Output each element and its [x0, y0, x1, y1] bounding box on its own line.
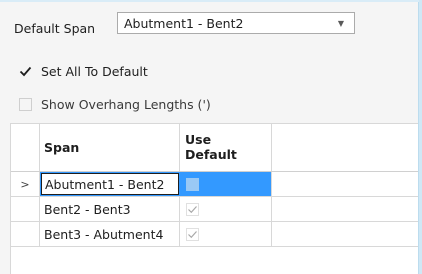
- show-overhang-lengths-label: Show Overhang Lengths ('): [41, 97, 211, 112]
- table-row[interactable]: Bent2 - Bent3: [11, 197, 418, 222]
- span-cell[interactable]: Bent2 - Bent3: [40, 197, 180, 221]
- span-settings-panel: Default Span Abutment1 - Bent2 ▼ Set All…: [0, 0, 422, 274]
- default-span-row: Default Span: [14, 14, 95, 42]
- column-header-use-default[interactable]: Use Default: [180, 124, 272, 171]
- row-header-corner: [11, 124, 40, 171]
- spans-grid: Span Use Default > Abutment1 - Bent2 Ben…: [10, 123, 418, 274]
- table-row[interactable]: Bent3 - Abutment4: [11, 222, 418, 247]
- row-indicator: [11, 197, 40, 221]
- span-cell[interactable]: Abutment1 - Bent2: [41, 173, 179, 195]
- default-span-dropdown[interactable]: Abutment1 - Bent2 ▼: [117, 12, 355, 34]
- checkmark-icon: [188, 205, 197, 213]
- column-header-span[interactable]: Span: [40, 124, 180, 171]
- use-default-cell[interactable]: [180, 222, 272, 246]
- use-default-checkbox[interactable]: [186, 177, 199, 191]
- use-default-checkbox[interactable]: [186, 202, 199, 216]
- show-overhang-lengths-checkbox[interactable]: [19, 98, 32, 111]
- checkmark-icon: [188, 230, 197, 238]
- use-default-checkbox[interactable]: [186, 227, 199, 241]
- default-span-label: Default Span: [14, 20, 96, 36]
- checkmark-icon: [19, 66, 32, 77]
- set-all-to-default-option[interactable]: Set All To Default: [19, 64, 148, 79]
- set-all-to-default-checkbox[interactable]: [19, 65, 32, 78]
- grid-header: Span Use Default: [11, 124, 418, 172]
- table-row[interactable]: > Abutment1 - Bent2: [11, 172, 418, 197]
- span-cell[interactable]: Bent3 - Abutment4: [40, 222, 180, 246]
- default-span-value: Abutment1 - Bent2: [124, 15, 244, 31]
- row-indicator: [11, 222, 40, 246]
- column-header-use-default-line2: Default: [185, 147, 237, 162]
- set-all-to-default-label: Set All To Default: [41, 64, 148, 79]
- column-header-span-label: Span: [44, 140, 80, 155]
- column-header-use-default-line1: Use: [185, 132, 212, 147]
- top-edge: [0, 0, 422, 2]
- show-overhang-lengths-option[interactable]: Show Overhang Lengths ('): [19, 97, 211, 112]
- chevron-down-icon: ▼: [337, 18, 345, 28]
- use-default-cell[interactable]: [180, 172, 272, 196]
- use-default-cell[interactable]: [180, 197, 272, 221]
- row-indicator-arrow-icon: >: [11, 172, 40, 196]
